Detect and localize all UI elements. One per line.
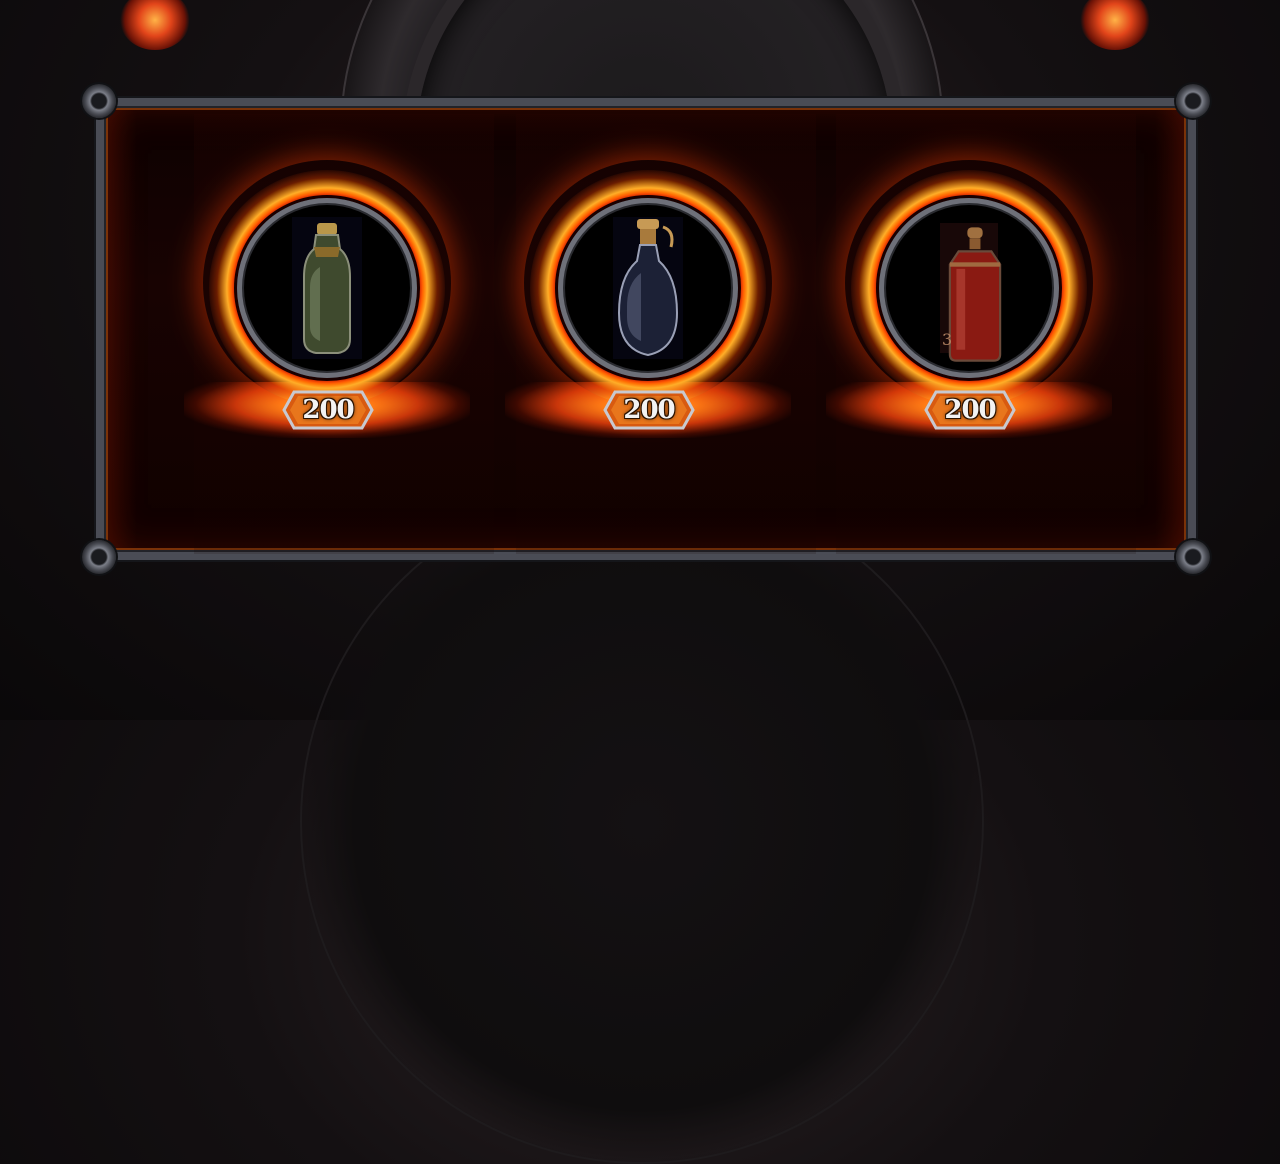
item-socket: [237, 198, 417, 378]
price-label: 200: [302, 395, 354, 425]
shop-item-slot-3[interactable]: 3 200: [826, 170, 1112, 460]
price-badge: 200: [924, 390, 1016, 430]
background-seal: [300, 480, 984, 1164]
price-badge: 200: [603, 390, 695, 430]
price-label: 200: [623, 395, 675, 425]
shop-item-slot-2[interactable]: 200: [505, 170, 791, 460]
red-potion-icon: 3: [940, 223, 1002, 362]
item-socket: 3: [879, 198, 1059, 378]
shop-panel: 200 200 3 200: [82, 84, 1210, 574]
frame-corner-ornament-top-left: [82, 84, 116, 118]
price-label: 200: [944, 395, 996, 425]
item-socket: [558, 198, 738, 378]
shop-item-slot-1[interactable]: 200: [184, 170, 470, 460]
frame-corner-ornament-top-right: [1176, 84, 1210, 118]
blue-potion-icon: [613, 217, 683, 359]
right-ember-icon: [1050, 0, 1180, 90]
green-potion-icon: [292, 217, 362, 359]
price-badge: 200: [282, 390, 374, 430]
left-ember-icon: [90, 0, 220, 90]
frame-corner-ornament-bottom-right: [1176, 540, 1210, 574]
frame-corner-ornament-bottom-left: [82, 540, 116, 574]
item-count: 3: [942, 330, 953, 349]
